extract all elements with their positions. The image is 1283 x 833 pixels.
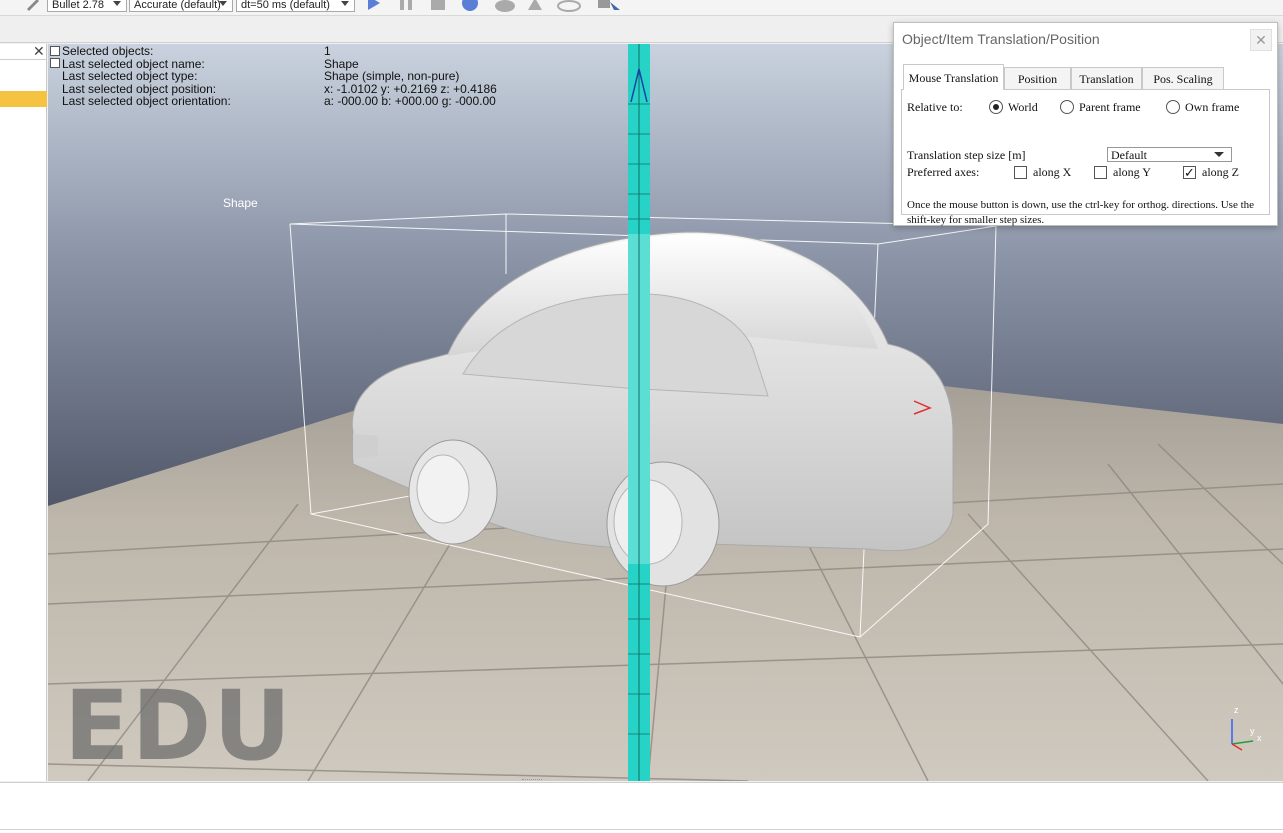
info-value: 1 [324, 44, 331, 58]
realtime-icon[interactable] [461, 0, 479, 12]
chevron-down-icon [113, 1, 121, 6]
selected-hierarchy-item[interactable] [0, 91, 47, 107]
dialog-title: Object/Item Translation/Position [902, 31, 1100, 47]
play-icon[interactable] [365, 0, 383, 12]
physics-engine-value: Bullet 2.78 [52, 0, 104, 11]
chevron-down-icon [341, 1, 349, 6]
info-collapse-toggle[interactable] [50, 46, 60, 56]
along-x-label: along X [1033, 165, 1072, 179]
axis-label-x: x [1257, 733, 1262, 743]
preferred-axes-label: Preferred axes: [907, 165, 980, 179]
step-size-value: Default [1111, 148, 1147, 162]
along-z-label: along Z [1202, 165, 1239, 179]
radio-world-label: World [1008, 100, 1038, 114]
edu-watermark: EDU [64, 670, 294, 782]
divider [0, 59, 47, 60]
timestep-select[interactable]: dt=50 ms (default) [236, 0, 355, 12]
tab-pos-scaling[interactable]: Pos. Scaling [1142, 67, 1224, 89]
tab-mouse-translation[interactable]: Mouse Translation [903, 64, 1004, 90]
toolbar: Bullet 2.78 Accurate (default) dt=50 ms … [0, 0, 1283, 16]
divider [0, 829, 1283, 830]
stop-icon[interactable] [429, 0, 447, 12]
close-icon[interactable]: ✕ [33, 44, 45, 58]
turtle-icon[interactable] [493, 0, 517, 12]
rabbit-icon[interactable] [526, 0, 544, 12]
physics-engine-select[interactable]: Bullet 2.78 [47, 0, 127, 12]
step-size-select[interactable]: Default [1107, 147, 1232, 162]
application-window: Bullet 2.78 Accurate (default) dt=50 ms … [0, 0, 1283, 833]
info-label: Last selected object orientation: [62, 94, 231, 108]
radio-parent-frame[interactable] [1060, 100, 1074, 114]
info-value: Shape (simple, non-pure) [324, 69, 460, 83]
cursor-select-icon[interactable] [596, 0, 622, 12]
chevron-down-icon [1214, 152, 1224, 157]
checkbox-along-z[interactable]: ✓ [1183, 166, 1196, 179]
radio-parent-frame-label: Parent frame [1079, 100, 1141, 114]
pen-icon[interactable] [24, 0, 42, 12]
info-label: Selected objects: [62, 44, 154, 58]
scene-hierarchy-panel[interactable]: ✕ [0, 44, 47, 781]
help-text-line-2: shift-key for smaller step sizes. [907, 214, 1045, 226]
checkbox-along-x[interactable] [1014, 166, 1027, 179]
pause-icon[interactable] [397, 0, 415, 12]
tab-position[interactable]: Position [1004, 67, 1071, 89]
info-value: a: -000.00 b: +000.00 g: -000.00 [324, 94, 496, 108]
tab-translation[interactable]: Translation [1071, 67, 1142, 89]
along-y-label: along Y [1113, 165, 1151, 179]
tab-panel-mouse-translation: Relative to: World Parent frame Own fram… [901, 89, 1270, 226]
info-label: Last selected object type: [62, 69, 198, 83]
status-bar-panel [0, 782, 1283, 833]
radio-own-frame[interactable] [1166, 100, 1180, 114]
step-size-label: Translation step size [m] [907, 148, 1026, 162]
axis-label-y: y [1250, 726, 1255, 736]
object-label: Shape [223, 196, 258, 210]
radio-own-frame-label: Own frame [1185, 100, 1240, 114]
accuracy-value: Accurate (default) [134, 0, 221, 11]
timestep-value: dt=50 ms (default) [241, 0, 330, 11]
checkbox-along-y[interactable] [1094, 166, 1107, 179]
eye-icon[interactable] [557, 0, 581, 12]
help-text-line-1: Once the mouse button is down, use the c… [907, 199, 1255, 211]
accuracy-select[interactable]: Accurate (default) [129, 0, 233, 12]
relative-to-label: Relative to: [907, 100, 963, 114]
info-toggle[interactable] [50, 58, 60, 68]
z-axis-beam [628, 44, 650, 781]
radio-world[interactable] [989, 100, 1003, 114]
axis-label-z: z [1234, 705, 1239, 715]
close-icon[interactable]: ✕ [1250, 29, 1272, 51]
translation-position-dialog: Object/Item Translation/Position ✕ Mouse… [893, 22, 1278, 226]
chevron-down-icon [219, 1, 227, 6]
